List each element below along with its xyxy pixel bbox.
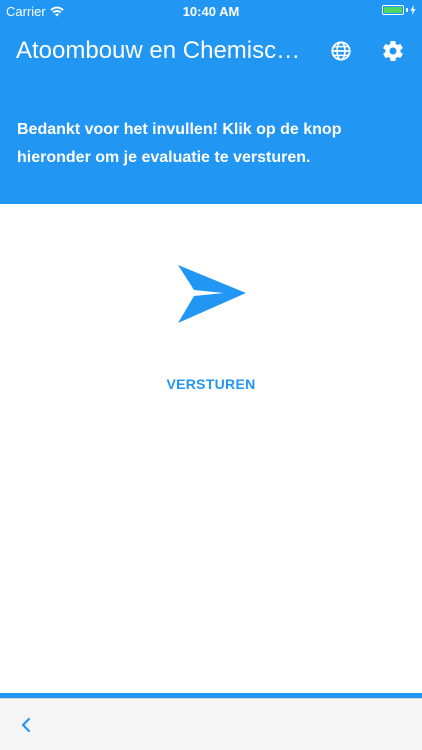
battery-icon — [382, 5, 404, 15]
globe-icon — [331, 41, 351, 61]
completion-message: Bedankt voor het invullen! Klik op de kn… — [17, 121, 342, 166]
settings-button[interactable] — [378, 36, 408, 66]
bottom-nav-bar — [0, 698, 422, 750]
toolbar: Atoombouw en Chemisc… — [0, 22, 422, 78]
chevron-left-icon — [21, 717, 31, 733]
language-button[interactable] — [326, 36, 356, 66]
status-bar: Carrier 10:40 AM — [0, 0, 422, 22]
header: Carrier 10:40 AM Atoombouw en Chemisc… B… — [0, 0, 422, 204]
charging-bolt-icon — [410, 5, 416, 15]
gear-icon — [383, 40, 403, 62]
send-icon[interactable] — [176, 263, 248, 325]
battery-cap — [406, 8, 408, 12]
status-time: 10:40 AM — [182, 4, 240, 19]
battery-level-fill — [384, 7, 402, 13]
battery-indicator — [382, 5, 416, 15]
page-title: Atoombouw en Chemisc… — [16, 37, 301, 64]
send-button[interactable]: VERSTUREN — [141, 372, 281, 396]
back-button[interactable] — [12, 711, 40, 739]
